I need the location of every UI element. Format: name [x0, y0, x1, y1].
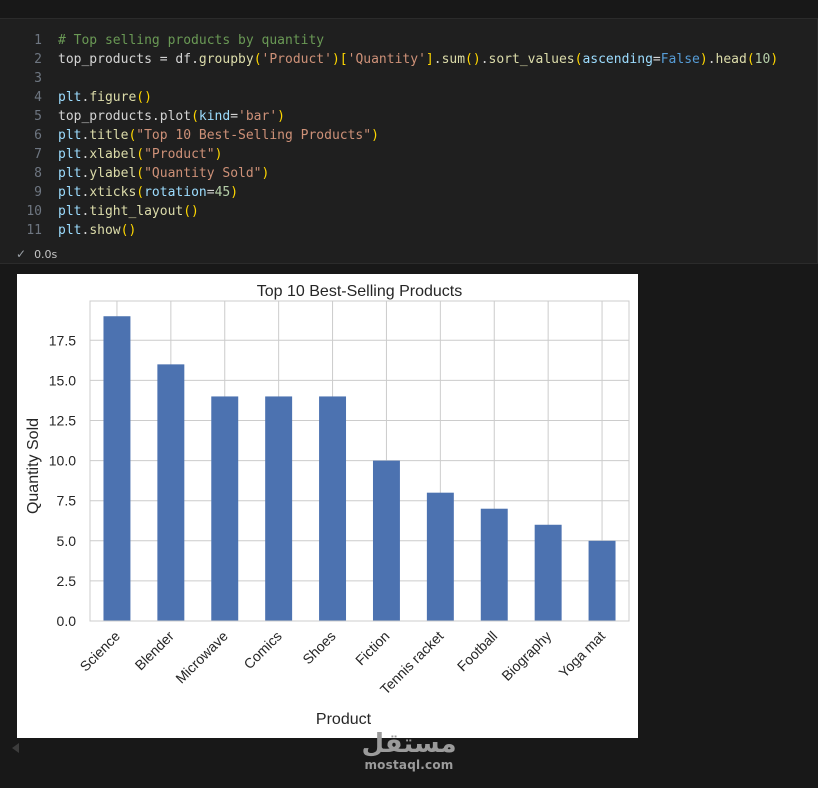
code-text[interactable]: plt.show() — [58, 221, 136, 240]
code-text[interactable]: top_products.plot(kind='bar') — [58, 107, 285, 126]
line-number: 2 — [34, 52, 42, 67]
bar — [480, 508, 508, 621]
line-number: 4 — [34, 90, 42, 105]
x-tick-label: Yoga mat — [555, 628, 608, 681]
line-number: 5 — [34, 109, 42, 124]
code-cell[interactable]: 1 # Top selling products by quantity 2 top_… — [0, 18, 818, 264]
x-axis-label: Product — [316, 711, 372, 728]
bar — [265, 396, 293, 621]
x-tick-label: Science — [77, 628, 124, 675]
line-number: 7 — [34, 147, 42, 162]
code-text[interactable]: top_products = df.groupby('Product')['Qu… — [58, 50, 778, 69]
y-tick-label: 7.5 — [57, 493, 77, 509]
execution-status: ✓ 0.0s — [16, 247, 57, 261]
bar — [534, 524, 562, 621]
code-text[interactable]: plt.title("Top 10 Best-Selling Products"… — [58, 126, 379, 145]
y-axis-label: Quantity Sold — [25, 418, 42, 514]
line-number: 6 — [34, 128, 42, 143]
line-number: 1 — [34, 33, 42, 48]
bar — [372, 460, 400, 621]
bar-chart: 0.0 2.5 5.0 7.5 10.0 12.5 15.0 17.5 Science Blend… — [25, 283, 630, 728]
bar — [588, 540, 616, 621]
y-tick-label: 5.0 — [57, 533, 77, 549]
x-tick-label: Comics — [240, 628, 284, 672]
bar — [426, 492, 454, 621]
x-tick-label: Football — [454, 628, 501, 675]
code-text[interactable]: plt.figure() — [58, 88, 152, 107]
line-number: 8 — [34, 166, 42, 181]
execution-time: 0.0s — [34, 247, 58, 261]
x-tick-label: Biography — [498, 628, 554, 684]
y-tick-label: 12.5 — [49, 412, 76, 428]
line-number: 10 — [26, 204, 42, 219]
x-tick-label: Blender — [132, 628, 178, 674]
watermark-latin: mostaql.com — [364, 758, 454, 772]
y-tick-label: 10.0 — [49, 453, 76, 469]
bar — [211, 396, 239, 621]
x-tick-label: Fiction — [352, 628, 392, 668]
y-tick-label: 15.0 — [49, 372, 76, 388]
line-number: 9 — [34, 185, 42, 200]
watermark-arabic: مستقل — [361, 729, 457, 759]
chart-title: Top 10 Best-Selling Products — [257, 283, 462, 300]
x-tick-label: Microwave — [172, 628, 231, 687]
bar — [103, 316, 131, 621]
code-text[interactable]: plt.xlabel("Product") — [58, 145, 222, 164]
line-number: 11 — [26, 223, 42, 238]
code-text[interactable]: plt.tight_layout() — [58, 202, 199, 221]
code-text[interactable]: # Top selling products by quantity — [58, 31, 324, 50]
check-icon: ✓ — [16, 247, 27, 261]
y-tick-label: 17.5 — [49, 332, 76, 348]
code-text[interactable]: plt.ylabel("Quantity Sold") — [58, 164, 269, 183]
code-text[interactable]: plt.xticks(rotation=45) — [58, 183, 238, 202]
line-number: 3 — [34, 71, 42, 86]
y-tick-label: 2.5 — [57, 573, 77, 589]
watermark: مستقل mostaql.com — [358, 730, 460, 772]
y-tick-label: 0.0 — [57, 613, 77, 629]
plot-output: 0.0 2.5 5.0 7.5 10.0 12.5 15.0 17.5 Science Blend… — [17, 274, 638, 738]
bar — [319, 396, 347, 621]
bar — [157, 364, 185, 621]
x-tick-label: Shoes — [299, 628, 338, 667]
collapse-arrow-icon[interactable] — [12, 743, 19, 753]
